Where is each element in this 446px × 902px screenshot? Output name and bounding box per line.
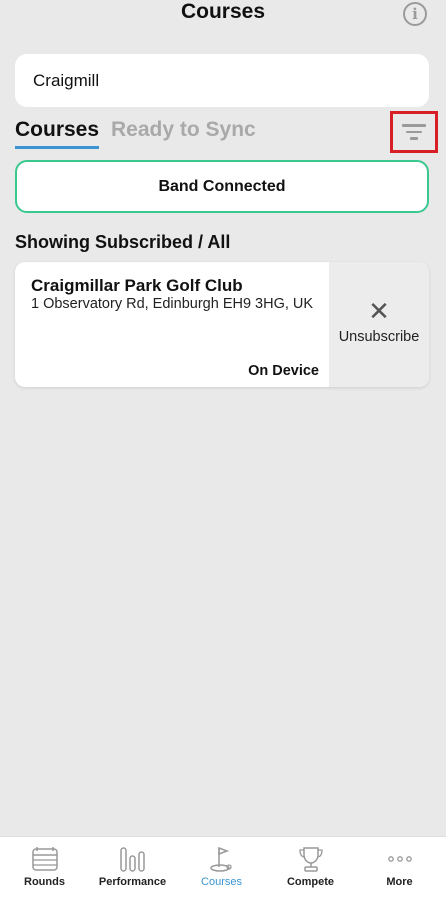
scorecard-icon: [31, 845, 59, 873]
trophy-icon: [297, 845, 325, 873]
course-status: On Device: [248, 363, 319, 379]
bottom-tab-bar: Rounds Performance Courses Compete More: [0, 836, 446, 902]
band-connected-button[interactable]: Band Connected: [15, 160, 429, 213]
course-card[interactable]: Craigmillar Park Golf Club 1 Observatory…: [15, 262, 429, 387]
tabbar-item-rounds[interactable]: Rounds: [0, 837, 89, 902]
info-icon[interactable]: i: [403, 2, 427, 26]
page-title: Courses: [180, 0, 266, 23]
golf-flag-icon: [208, 845, 236, 873]
header: Courses i: [0, 0, 446, 30]
unsubscribe-label: Unsubscribe: [338, 328, 420, 345]
tabbar-item-performance[interactable]: Performance: [88, 837, 177, 902]
showing-filter-label: Showing Subscribed / All: [15, 232, 231, 252]
close-icon: ✕: [368, 295, 390, 326]
tab-ready-to-sync[interactable]: Ready to Sync: [111, 118, 256, 142]
course-address: 1 Observatory Rd, Edinburgh EH9 3HG, UK: [31, 296, 314, 312]
bar-chart-icon: [119, 845, 147, 873]
tabbar-item-courses[interactable]: Courses: [177, 837, 266, 902]
search-input[interactable]: [15, 54, 429, 107]
tabbar-item-more[interactable]: More: [355, 837, 444, 902]
filter-icon: [402, 124, 426, 127]
unsubscribe-button[interactable]: ✕ Unsubscribe: [329, 262, 429, 387]
tab-courses[interactable]: Courses: [15, 118, 100, 149]
course-name: Craigmillar Park Golf Club: [31, 276, 243, 295]
tabbar-item-compete[interactable]: Compete: [266, 837, 355, 902]
more-icon: [386, 845, 414, 873]
filter-button[interactable]: [390, 111, 438, 153]
